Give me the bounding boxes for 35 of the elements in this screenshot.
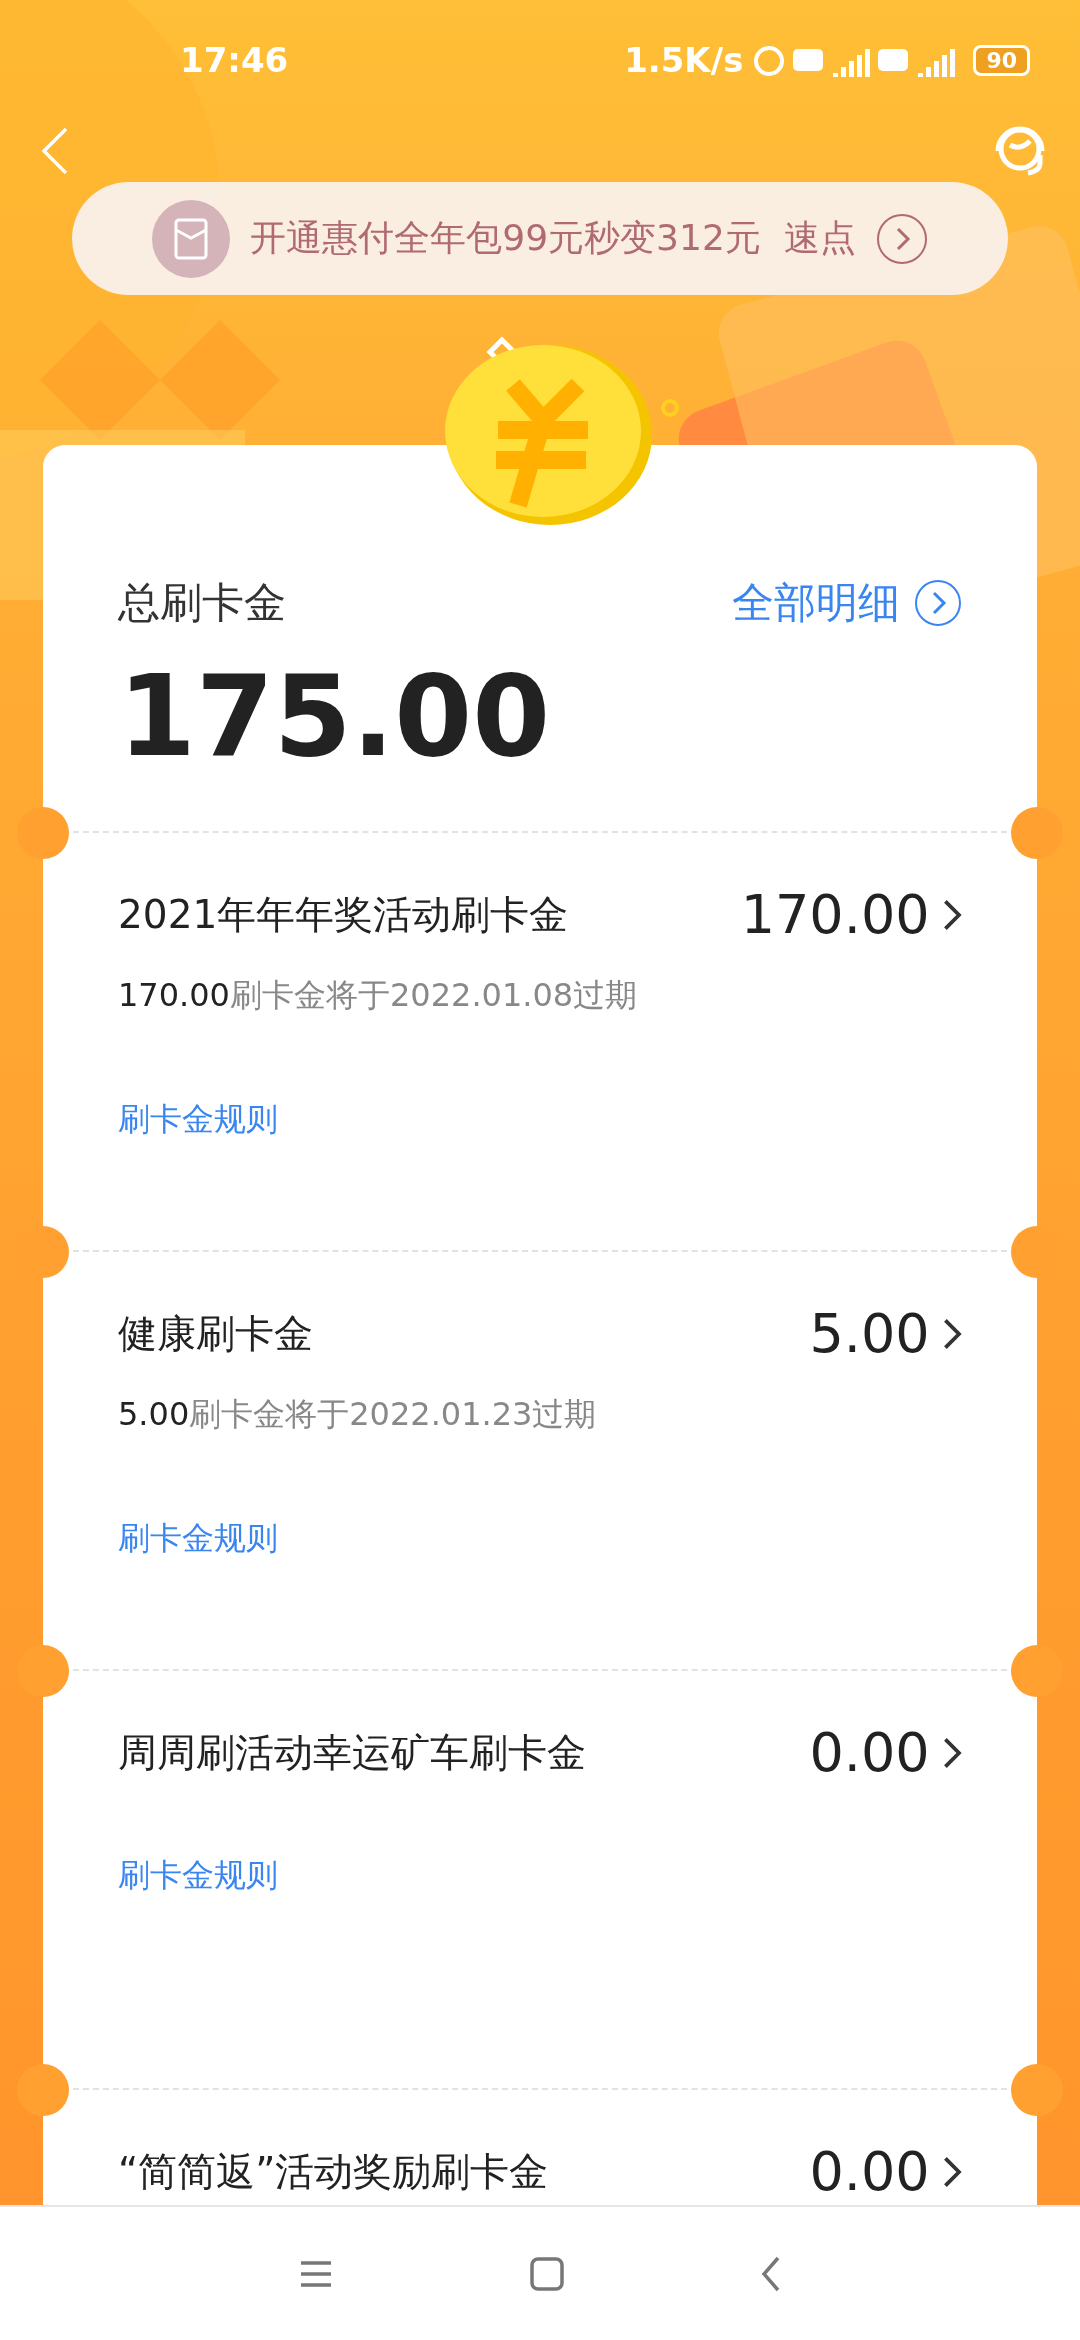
item-amount[interactable]: 5.00 (809, 1302, 962, 1365)
expiry-note: 170.00刷卡金将于2022.01.08过期 (118, 975, 639, 1016)
chevron-circle-icon (875, 212, 928, 265)
total-amount: 175.00 (118, 651, 552, 781)
back-icon[interactable] (761, 2255, 782, 2292)
item-title: 周周刷活动幸运矿车刷卡金 (118, 1728, 586, 1777)
promo-text: 开通惠付全年包99元秒变312元 速点 (250, 216, 856, 260)
rules-link[interactable]: 刷卡金规则 (118, 1098, 278, 1142)
item-title: “简简返”活动奖励刷卡金 (118, 2147, 549, 2196)
item-title: 2021年年年奖活动刷卡金 (118, 890, 569, 939)
envelope-icon (152, 199, 231, 278)
total-label: 总刷卡金 (118, 577, 286, 629)
rules-link[interactable]: 刷卡金规则 (118, 1517, 278, 1561)
network-speed: 1.5K/s (624, 40, 744, 80)
item-amount[interactable]: 170.00 (740, 883, 962, 946)
notch (1011, 2064, 1063, 2116)
menu-icon[interactable] (298, 2258, 333, 2289)
item-amount[interactable]: 0.00 (809, 2140, 962, 2203)
chevron-circle-icon (914, 579, 962, 627)
item-title: 健康刷卡金 (118, 1309, 313, 1358)
item-amount[interactable]: 0.00 (809, 1721, 962, 1784)
chevron-right-icon (941, 897, 962, 932)
notch (1011, 807, 1063, 859)
notch (17, 2064, 69, 2116)
status-time: 17:46 (180, 40, 289, 80)
chevron-right-icon (941, 1735, 962, 1770)
notch (17, 807, 69, 859)
all-details-link[interactable]: 全部明细 (732, 575, 962, 631)
chevron-right-icon (941, 1316, 962, 1351)
rules-link[interactable]: 刷卡金规则 (118, 1854, 278, 1898)
expiry-note: 5.00刷卡金将于2022.01.23过期 (118, 1394, 598, 1435)
home-icon[interactable] (530, 2256, 564, 2291)
chevron-right-icon (941, 2154, 962, 2189)
promo-banner[interactable]: 开通惠付全年包99元秒变312元 速点 (72, 182, 1008, 295)
battery-level: 90 (973, 44, 1030, 76)
